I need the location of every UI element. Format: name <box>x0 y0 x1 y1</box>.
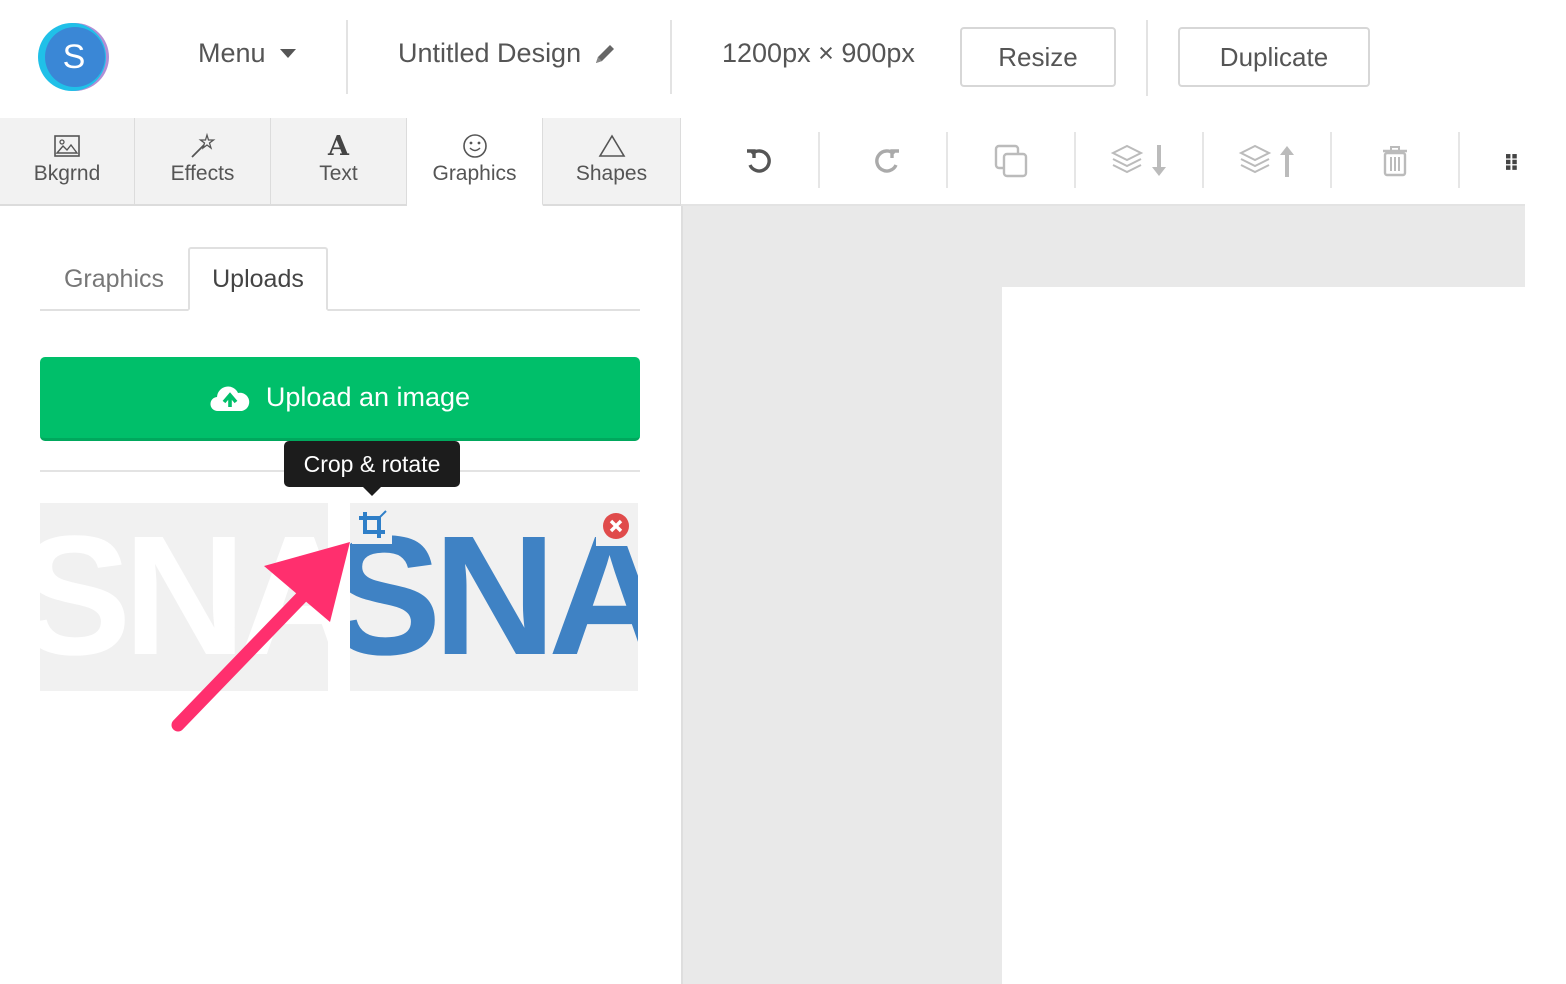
image-icon <box>54 135 80 157</box>
upload-label: Upload an image <box>265 382 471 412</box>
grid-icon <box>1506 154 1517 170</box>
more-button[interactable] <box>1506 136 1525 186</box>
design-title[interactable]: Untitled Design <box>398 38 617 69</box>
duplicate-button[interactable]: Duplicate <box>1178 27 1370 87</box>
subtab-uploads[interactable]: Uploads <box>188 247 328 311</box>
tooltip-pointer <box>362 486 382 496</box>
menu-button[interactable]: Menu <box>198 38 296 69</box>
delete-button[interactable] <box>1372 136 1418 186</box>
smiley-icon <box>462 134 487 158</box>
toolbar-divider <box>946 132 948 188</box>
send-backward-button[interactable] <box>1108 136 1170 186</box>
tab-label: Graphics <box>432 162 517 185</box>
menu-label: Menu <box>198 38 266 68</box>
copy-button[interactable] <box>986 136 1036 186</box>
design-artboard[interactable] <box>1002 287 1525 984</box>
delete-image-button[interactable] <box>596 506 636 546</box>
tab-text[interactable]: A Text <box>271 118 407 206</box>
tab-label: Text <box>319 162 358 185</box>
canvas-dimensions: 1200px × 900px <box>722 38 915 68</box>
redo-icon <box>875 149 899 173</box>
logo-letter: S <box>62 37 86 76</box>
tab-effects[interactable]: Effects <box>135 118 271 206</box>
tab-label: Shapes <box>575 162 648 185</box>
toolbar-divider <box>1202 132 1204 188</box>
header-divider <box>346 20 348 94</box>
app-logo[interactable]: S <box>35 22 111 92</box>
crop-rotate-tooltip: Crop & rotate <box>284 441 460 487</box>
trash-icon <box>1383 146 1407 177</box>
redo-button[interactable] <box>862 136 912 186</box>
design-title-text: Untitled Design <box>398 38 582 68</box>
tab-shapes[interactable]: Shapes <box>543 118 681 206</box>
bring-forward-button[interactable] <box>1236 136 1298 186</box>
annotation-arrow-icon <box>171 542 350 732</box>
caret-down-icon <box>279 48 296 58</box>
tab-label: Bkgrnd <box>33 162 101 185</box>
toolbar-divider <box>1330 132 1332 188</box>
header-divider <box>1146 20 1148 96</box>
bring-forward-icon <box>1238 144 1294 177</box>
toolbar-divider <box>1458 132 1460 188</box>
copy-icon <box>994 144 1028 178</box>
triangle-icon <box>598 134 625 157</box>
tab-bkgrnd[interactable]: Bkgrnd <box>0 118 135 206</box>
thumbnail-text: SNA <box>350 503 638 691</box>
subtab-graphics[interactable]: Graphics <box>40 247 188 311</box>
upload-image-button[interactable]: Upload an image <box>40 357 640 441</box>
cloud-upload-icon <box>210 386 250 411</box>
toolbar-divider <box>1074 132 1076 188</box>
pencil-icon <box>596 44 615 63</box>
magic-wand-icon <box>190 132 215 158</box>
uploaded-image-thumbnail[interactable]: SNA <box>350 503 638 691</box>
send-backward-icon <box>1110 144 1166 176</box>
header-divider <box>670 20 672 94</box>
tab-label: Effects <box>170 162 235 185</box>
resize-button[interactable]: Resize <box>960 27 1116 87</box>
text-icon: A <box>328 130 349 162</box>
undo-button[interactable] <box>734 136 784 186</box>
close-icon <box>603 513 629 539</box>
undo-icon <box>747 149 771 173</box>
tab-graphics[interactable]: Graphics <box>407 118 543 206</box>
toolbar-divider <box>818 132 820 188</box>
